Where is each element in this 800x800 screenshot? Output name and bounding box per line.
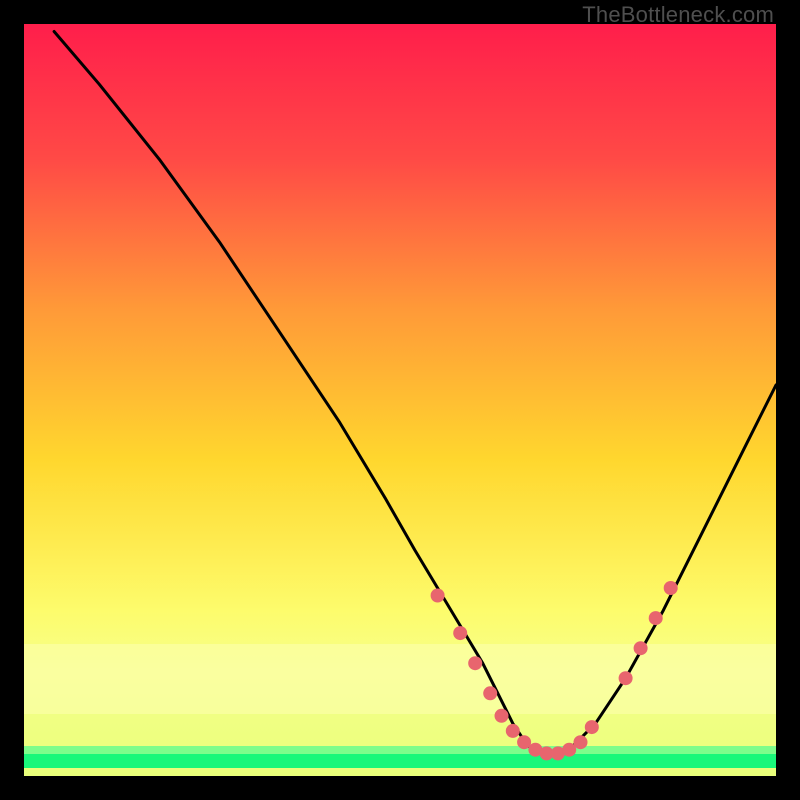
curve-marker	[431, 589, 445, 603]
highlight-band	[24, 644, 776, 714]
curve-marker	[495, 709, 509, 723]
green-baseline-glow	[24, 746, 776, 754]
curve-marker	[585, 720, 599, 734]
curve-marker	[483, 686, 497, 700]
curve-marker	[468, 656, 482, 670]
curve-marker	[634, 641, 648, 655]
chart-frame	[24, 24, 776, 776]
curve-marker	[664, 581, 678, 595]
green-baseline	[24, 754, 776, 768]
curve-marker	[649, 611, 663, 625]
curve-marker	[453, 626, 467, 640]
watermark-text: TheBottleneck.com	[582, 2, 774, 28]
bottleneck-chart	[24, 24, 776, 776]
curve-marker	[619, 671, 633, 685]
curve-marker	[574, 735, 588, 749]
curve-marker	[506, 724, 520, 738]
